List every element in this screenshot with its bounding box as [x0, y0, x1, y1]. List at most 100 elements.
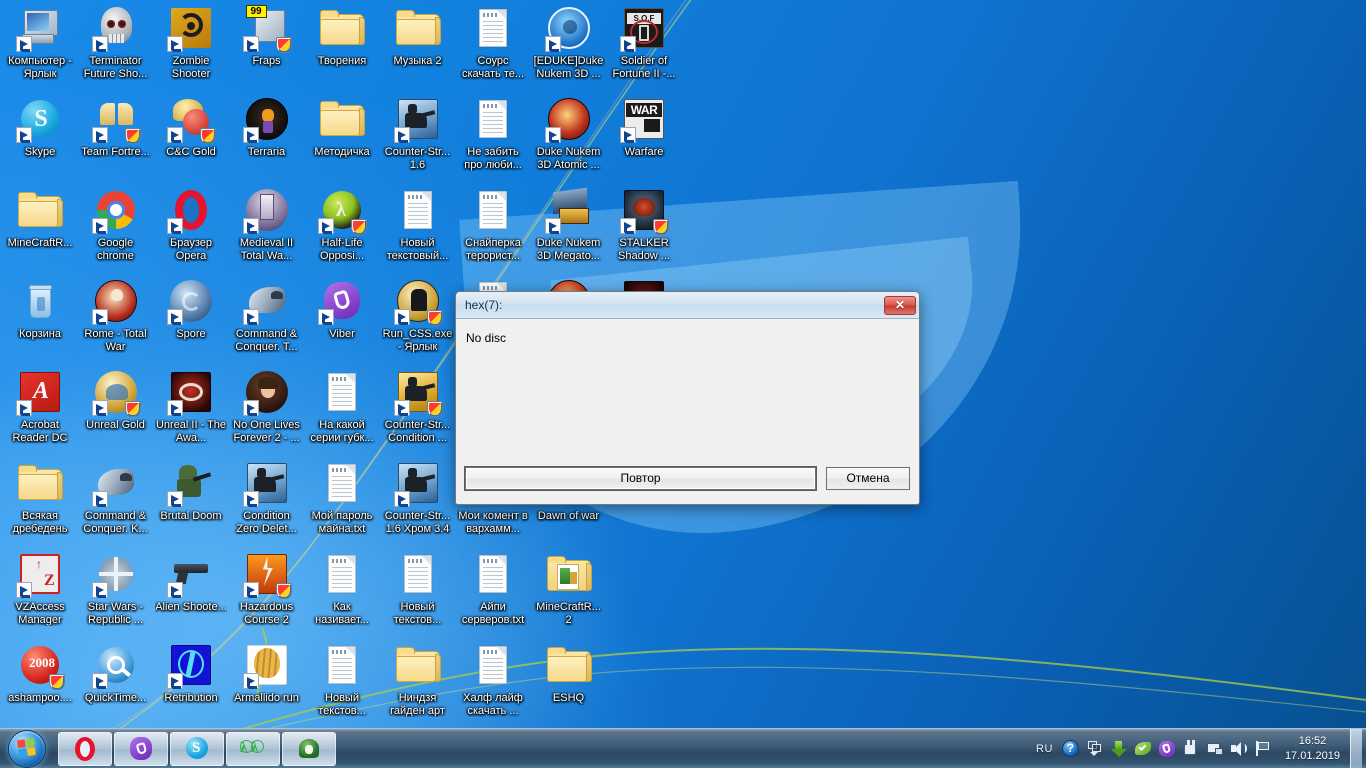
- desktop-icon[interactable]: C&C Gold: [155, 95, 227, 159]
- desktop-icon[interactable]: Terminator Future Sho...: [80, 4, 152, 80]
- desktop-icon[interactable]: STALKER Shadow ...: [608, 186, 680, 262]
- desktop-icon[interactable]: QuickTime...: [80, 641, 152, 705]
- desktop-icon[interactable]: Command & Conquer. T...: [231, 277, 303, 353]
- desktop-icon[interactable]: Новый текстов...: [382, 550, 454, 626]
- desktop-icon[interactable]: Всякая дребедень: [4, 459, 76, 535]
- shortcut-arrow-icon: [167, 400, 183, 416]
- taskbar-button-skype[interactable]: S: [170, 731, 224, 766]
- no-disc-dialog[interactable]: hex(7): ✕ No disc Повтор Отмена: [455, 291, 920, 505]
- desktop-icon[interactable]: S Skype: [4, 95, 76, 159]
- desktop-icon-image: [16, 277, 64, 325]
- desktop-icon[interactable]: MineCraftR...: [4, 186, 76, 250]
- network-icon[interactable]: [1205, 739, 1225, 759]
- desktop-icon[interactable]: Unreal II - The Awa...: [155, 368, 227, 444]
- desktop-icon[interactable]: Condition Zero Delet...: [231, 459, 303, 535]
- help-icon[interactable]: ?: [1061, 739, 1081, 759]
- desktop-icon[interactable]: Duke Nukem 3D Megato...: [533, 186, 605, 262]
- desktop-icon[interactable]: [EDUKE]Duke Nukem 3D ...: [533, 4, 605, 80]
- desktop-icon[interactable]: Компьютер - Ярлык: [4, 4, 76, 80]
- taskbar[interactable]: Sλλ RU ? 16:52 17.01.2019: [0, 728, 1366, 768]
- show-desktop-button[interactable]: [1350, 728, 1362, 768]
- desktop-icon-label: Terminator Future Sho...: [83, 55, 148, 80]
- desktop-icon[interactable]: Новый текстов...: [306, 641, 378, 717]
- desktop-icon[interactable]: Как називает...: [306, 550, 378, 626]
- taskbar-button-half-life[interactable]: λλ: [226, 731, 280, 766]
- desktop-icon[interactable]: Retribution: [155, 641, 227, 705]
- desktop-icon[interactable]: WAR Warfare: [608, 95, 680, 159]
- desktop-icon[interactable]: Viber: [306, 277, 378, 341]
- desktop-icon[interactable]: Brutal Doom: [155, 459, 227, 523]
- desktop-icon[interactable]: Alien Shoote...: [155, 550, 227, 614]
- desktop-icon[interactable]: Google chrome: [80, 186, 152, 262]
- desktop-icon[interactable]: Халф лайф скачать ...: [457, 641, 529, 717]
- desktop-icon[interactable]: Terraria: [231, 95, 303, 159]
- desktop-icon[interactable]: 2008 ashampoo....: [4, 641, 76, 705]
- safely-remove-hardware-icon[interactable]: [1181, 739, 1201, 759]
- cancel-button[interactable]: Отмена: [826, 466, 910, 490]
- viber-tray-icon[interactable]: [1157, 739, 1177, 759]
- desktop-icon[interactable]: Team Fortre...: [80, 95, 152, 159]
- desktop-icon[interactable]: ↑ Z VZAccess Manager: [4, 550, 76, 626]
- desktop-icon[interactable]: λ Half-Life Opposi...: [306, 186, 378, 262]
- desktop-icon[interactable]: Браузер Opera: [155, 186, 227, 262]
- desktop-icon[interactable]: Zombie Shooter: [155, 4, 227, 80]
- desktop-icon[interactable]: Снайперка терорист...: [457, 186, 529, 262]
- clock[interactable]: 16:52 17.01.2019: [1275, 734, 1348, 764]
- desktop-icon[interactable]: Counter-Str... 1.6 Хром 3.4: [382, 459, 454, 535]
- desktop-icon[interactable]: Музыка 2: [382, 4, 454, 68]
- desktop-icon[interactable]: Соурс скачать те...: [457, 4, 529, 80]
- desktop-icon[interactable]: Методичка: [306, 95, 378, 159]
- desktop-icon-image: [393, 277, 443, 326]
- desktop-icon[interactable]: Armallido run: [231, 641, 303, 705]
- taskbar-button-opera[interactable]: [58, 731, 112, 766]
- desktop-icon[interactable]: Spore: [155, 277, 227, 341]
- desktop-icon-image: [167, 277, 215, 325]
- language-indicator[interactable]: RU: [1036, 743, 1053, 755]
- leaf-check-icon[interactable]: [1133, 739, 1153, 759]
- desktop-icon-label: Star Wars - Republic ...: [87, 601, 144, 626]
- desktop-icon[interactable]: ESHQ: [533, 641, 605, 705]
- volume-icon[interactable]: [1229, 739, 1249, 759]
- dialog-titlebar[interactable]: hex(7): ✕: [456, 292, 919, 319]
- retry-button[interactable]: Повтор: [464, 465, 817, 491]
- desktop-icon[interactable]: 99 Fraps: [231, 4, 303, 68]
- shortcut-arrow-icon: [91, 218, 108, 234]
- start-button[interactable]: [0, 729, 54, 768]
- desktop-icon[interactable]: Hazardous Course 2: [231, 550, 303, 626]
- desktop-icon[interactable]: Не забить про люби...: [457, 95, 529, 171]
- show-hidden-icons-icon[interactable]: [1085, 739, 1105, 759]
- desktop-icon[interactable]: Айпи серверов.txt: [457, 550, 529, 626]
- close-icon[interactable]: ✕: [884, 295, 916, 315]
- download-arrow-icon[interactable]: [1109, 739, 1129, 759]
- desktop-icon[interactable]: S.O.F Soldier of Fortune II -...: [608, 4, 680, 80]
- desktop-icon[interactable]: Run_CSS.exe - Ярлык: [382, 277, 454, 353]
- desktop-icon[interactable]: Rome - Total War: [80, 277, 152, 353]
- desktop-icon[interactable]: Command & Conquer. K...: [80, 459, 152, 535]
- taskbar-button-brutal-doom[interactable]: [282, 731, 336, 766]
- action-center-flag-icon[interactable]: [1253, 739, 1273, 759]
- desktop-icon[interactable]: Творения: [306, 4, 378, 68]
- uac-shield-icon: [426, 401, 443, 417]
- shortcut-arrow-icon: [16, 582, 32, 598]
- desktop-icon[interactable]: Star Wars - Republic ...: [80, 550, 152, 626]
- shortcut-arrow-icon: [167, 127, 183, 143]
- desktop-icon[interactable]: A Acrobat Reader DC: [4, 368, 76, 444]
- taskbar-buttons[interactable]: Sλλ: [58, 731, 336, 766]
- desktop-icon[interactable]: Medieval II Total Wa...: [231, 186, 303, 262]
- system-tray[interactable]: RU ? 16:52 17.01.2019: [1036, 728, 1366, 768]
- taskbar-button-viber[interactable]: [114, 731, 168, 766]
- desktop-icon[interactable]: Duke Nukem 3D Atomic ...: [533, 95, 605, 171]
- desktop-icon[interactable]: Корзина: [4, 277, 76, 341]
- desktop-icon[interactable]: Counter-Str... 1.6: [382, 95, 454, 171]
- desktop-icon[interactable]: Counter-Str... Condition ...: [382, 368, 454, 444]
- desktop-icon[interactable]: No One Lives Forever 2 - ...: [231, 368, 303, 444]
- desktop-icon[interactable]: Мой пароль майна.txt: [306, 459, 378, 535]
- dialog-body: No disc: [456, 319, 919, 462]
- desktop-icon-label: No One Lives Forever 2 - ...: [233, 419, 300, 444]
- desktop-icon[interactable]: MineCraftR... 2: [533, 550, 605, 626]
- desktop-icon[interactable]: Ниндзя гайден арт: [382, 641, 454, 717]
- desktop-icon-label: Творения: [317, 55, 367, 67]
- desktop-icon[interactable]: Unreal Gold: [80, 368, 152, 432]
- desktop-icon[interactable]: На какой серии губк...: [306, 368, 378, 444]
- desktop-icon[interactable]: Новый текстовый...: [382, 186, 454, 262]
